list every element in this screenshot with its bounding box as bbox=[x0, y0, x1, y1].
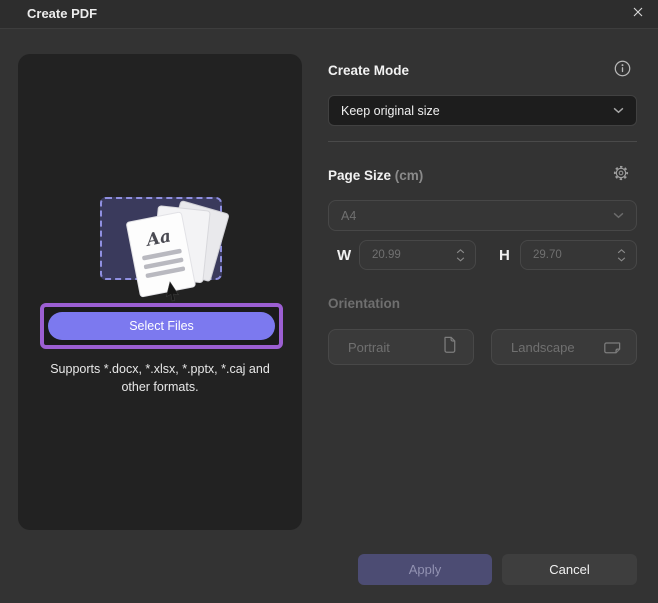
apply-button[interactable]: Apply bbox=[358, 554, 492, 585]
width-field-container bbox=[359, 240, 476, 270]
gear-icon bbox=[611, 163, 631, 188]
page-size-preset-value: A4 bbox=[341, 208, 357, 223]
close-icon bbox=[630, 4, 646, 25]
orientation-label: Orientation bbox=[328, 296, 401, 311]
title-bar: Create PDF bbox=[0, 0, 658, 29]
section-divider bbox=[328, 141, 637, 142]
landscape-page-icon bbox=[603, 338, 622, 357]
portrait-label: Portrait bbox=[348, 339, 390, 355]
height-stepper[interactable] bbox=[617, 248, 636, 262]
cursor-icon bbox=[165, 281, 180, 302]
height-label: H bbox=[499, 247, 510, 264]
create-mode-info-button[interactable] bbox=[612, 59, 632, 83]
supported-formats-text: Supports *.docx, *.xlsx, *.pptx, *.caj a… bbox=[50, 362, 270, 395]
create-mode-label: Create Mode bbox=[328, 63, 410, 78]
close-button[interactable] bbox=[626, 3, 650, 25]
page-size-preset-dropdown[interactable]: A4 bbox=[328, 200, 637, 231]
select-files-button[interactable]: Select Files bbox=[48, 312, 275, 340]
page-size-unit: (cm) bbox=[394, 168, 424, 183]
width-input[interactable] bbox=[360, 248, 456, 262]
width-label: W bbox=[337, 247, 352, 264]
height-field-container bbox=[520, 240, 637, 270]
width-stepper[interactable] bbox=[456, 248, 475, 262]
dialog-title: Create PDF bbox=[27, 6, 98, 21]
info-icon bbox=[613, 59, 632, 83]
page-size-label: Page Size (cm) bbox=[328, 168, 424, 183]
portrait-page-icon bbox=[440, 335, 459, 359]
orientation-landscape-button[interactable]: Landscape bbox=[491, 329, 637, 365]
create-mode-selected-value: Keep original size bbox=[341, 103, 440, 118]
create-mode-dropdown[interactable]: Keep original size bbox=[328, 95, 637, 126]
page-size-settings-button[interactable] bbox=[611, 165, 631, 185]
cancel-button[interactable]: Cancel bbox=[502, 554, 637, 585]
landscape-label: Landscape bbox=[511, 339, 575, 355]
file-preview-panel: Aa Select Files Supports *.docx, *.xlsx,… bbox=[18, 54, 302, 530]
height-input[interactable] bbox=[521, 248, 617, 262]
file-drop-zone[interactable] bbox=[100, 197, 222, 280]
chevron-down-icon bbox=[613, 107, 636, 114]
create-pdf-dialog: Create PDF Aa Select Files Supports *.do… bbox=[0, 0, 658, 603]
orientation-portrait-button[interactable]: Portrait bbox=[328, 329, 474, 365]
chevron-down-icon bbox=[613, 212, 636, 219]
